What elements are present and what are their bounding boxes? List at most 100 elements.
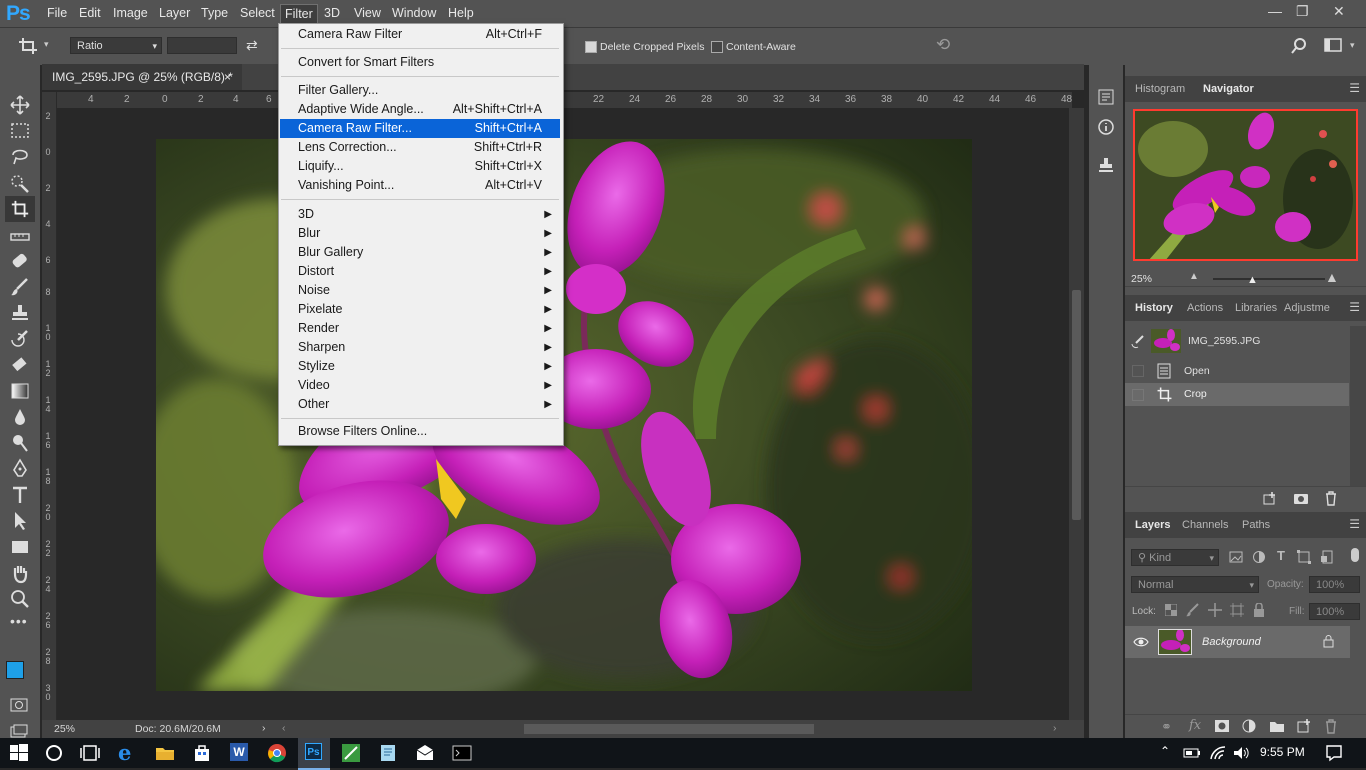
link-layers-icon[interactable]: ⚭	[1161, 719, 1172, 735]
quick-mask-icon[interactable]	[10, 698, 28, 712]
crop-tool-selected[interactable]	[5, 196, 35, 222]
lock-artboard-icon[interactable]	[1230, 603, 1244, 617]
tab-adjustments[interactable]: Adjustme	[1284, 302, 1330, 314]
zoom-tool-icon[interactable]	[9, 588, 31, 610]
opacity-input[interactable]: 100%	[1309, 576, 1360, 593]
edge-browser-icon[interactable]: e	[118, 740, 131, 765]
volume-icon[interactable]	[1232, 745, 1250, 761]
lock-image-icon[interactable]	[1186, 603, 1200, 617]
menu-item-vanishing-point[interactable]: Vanishing Point... Alt+Ctrl+V	[280, 176, 560, 195]
history-source-box[interactable]	[1132, 389, 1144, 401]
scroll-right-icon[interactable]: ›	[1053, 722, 1057, 734]
history-scrollbar[interactable]	[1350, 326, 1366, 486]
eye-icon[interactable]	[1133, 636, 1149, 648]
close-tab-icon[interactable]: ×	[224, 64, 231, 90]
ratio-width-input[interactable]	[167, 37, 237, 54]
reset-icon[interactable]: ⟲	[936, 35, 950, 55]
tab-navigator[interactable]: Navigator	[1203, 83, 1254, 95]
tab-history[interactable]: History	[1135, 302, 1173, 314]
navigator-zoom-slider[interactable]	[1213, 278, 1325, 280]
filter-type-icon[interactable]: T	[1277, 548, 1285, 563]
brush-tool-icon[interactable]	[9, 276, 31, 298]
blur-tool-icon[interactable]	[9, 406, 31, 428]
menu-filter[interactable]: Filter	[280, 4, 318, 25]
hand-tool-icon[interactable]	[9, 562, 31, 584]
menu-view[interactable]: View	[354, 6, 381, 20]
menu-edit[interactable]: Edit	[79, 6, 101, 20]
history-brush-icon[interactable]	[9, 328, 31, 350]
tab-histogram[interactable]: Histogram	[1135, 83, 1185, 95]
path-selection-icon[interactable]	[9, 510, 31, 532]
new-document-from-state-icon[interactable]	[1262, 491, 1278, 505]
foreground-color-swatch[interactable]	[6, 661, 24, 679]
zoom-in-icon[interactable]: ▲	[1325, 269, 1339, 285]
crop-tool-icon[interactable]	[18, 36, 40, 56]
menu-item-camera-raw-last[interactable]: Camera Raw Filter Alt+Ctrl+F	[280, 25, 560, 44]
photoshop-taskbar-button[interactable]: Ps	[298, 738, 330, 770]
menu-type[interactable]: Type	[201, 6, 228, 20]
history-state-crop[interactable]: Crop	[1125, 383, 1349, 406]
healing-brush-icon[interactable]	[9, 250, 31, 272]
quick-selection-tool-icon[interactable]	[9, 172, 31, 194]
gradient-tool-icon[interactable]	[9, 380, 31, 402]
workspace-chevron-icon[interactable]: ▾	[1350, 40, 1355, 51]
search-cortana-icon[interactable]	[44, 743, 64, 763]
history-brush-source-icon[interactable]	[1131, 335, 1145, 349]
menu-item-stylize[interactable]: Stylize ▶	[280, 357, 560, 376]
new-group-icon[interactable]	[1269, 719, 1285, 733]
menu-item-blur[interactable]: Blur ▶	[280, 224, 560, 243]
menu-help[interactable]: Help	[448, 6, 474, 20]
menu-image[interactable]: Image	[113, 6, 148, 20]
taskbar-clock[interactable]: 9:55 PM	[1260, 745, 1305, 759]
store-icon[interactable]	[192, 743, 212, 763]
new-layer-icon[interactable]	[1296, 718, 1310, 734]
menu-item-video[interactable]: Video ▶	[280, 376, 560, 395]
blend-mode-select[interactable]: Normal ▾	[1131, 576, 1259, 593]
workspace-icon[interactable]	[1324, 38, 1344, 54]
chrome-icon[interactable]	[267, 743, 287, 763]
menu-item-liquify[interactable]: Liquify... Shift+Ctrl+X	[280, 157, 560, 176]
panel-menu-icon[interactable]: ☰	[1349, 517, 1360, 531]
battery-icon[interactable]	[1183, 747, 1201, 759]
vertical-scrollbar[interactable]	[1069, 108, 1084, 720]
menu-item-filter-gallery[interactable]: Filter Gallery...	[280, 81, 560, 100]
tab-layers[interactable]: Layers	[1135, 519, 1170, 531]
delete-layer-icon[interactable]	[1324, 718, 1338, 734]
scroll-thumb[interactable]	[1072, 290, 1081, 520]
status-menu-icon[interactable]: ›	[262, 722, 266, 734]
action-center-icon[interactable]	[1325, 744, 1343, 762]
menu-item-pixelate[interactable]: Pixelate ▶	[280, 300, 560, 319]
menu-file[interactable]: File	[47, 6, 67, 20]
trash-icon[interactable]	[1324, 490, 1338, 506]
info-icon[interactable]	[1097, 118, 1115, 136]
windows-start-icon[interactable]	[9, 743, 29, 763]
panel-menu-icon[interactable]: ☰	[1349, 81, 1360, 95]
task-view-icon[interactable]	[80, 743, 100, 763]
navigator-zoom-value[interactable]: 25%	[1131, 273, 1152, 285]
menu-layer[interactable]: Layer	[159, 6, 190, 20]
ratio-select[interactable]: Ratio ▾	[70, 37, 162, 54]
move-tool-icon[interactable]	[9, 94, 31, 116]
dodge-tool-icon[interactable]	[9, 432, 31, 454]
history-snapshot[interactable]: IMG_2595.JPG	[1125, 326, 1349, 356]
filter-toggle-switch[interactable]	[1351, 548, 1359, 562]
tab-paths[interactable]: Paths	[1242, 519, 1270, 531]
navigator-zoom-handle[interactable]: ▲	[1247, 274, 1258, 286]
tab-libraries[interactable]: Libraries	[1235, 302, 1277, 314]
word-icon[interactable]: W	[230, 743, 248, 761]
menu-select[interactable]: Select	[240, 6, 275, 20]
history-source-box[interactable]	[1132, 365, 1144, 377]
content-aware-checkbox[interactable]	[711, 41, 723, 53]
add-mask-icon[interactable]	[1215, 720, 1229, 732]
menu-3d[interactable]: 3D	[324, 6, 340, 20]
lock-transparent-icon[interactable]	[1165, 604, 1177, 616]
menu-item-convert-smart-filters[interactable]: Convert for Smart Filters	[280, 53, 560, 72]
rectangle-tool-icon[interactable]	[9, 536, 31, 558]
menu-item-lens-correction[interactable]: Lens Correction... Shift+Ctrl+R	[280, 138, 560, 157]
fx-icon[interactable]: fx	[1189, 718, 1201, 733]
tab-actions[interactable]: Actions	[1187, 302, 1223, 314]
menu-window[interactable]: Window	[392, 6, 436, 20]
properties-icon[interactable]	[1097, 88, 1115, 106]
layer-filter-kind[interactable]: ⚲ Kind ▾	[1131, 549, 1219, 566]
menu-item-sharpen[interactable]: Sharpen ▶	[280, 338, 560, 357]
